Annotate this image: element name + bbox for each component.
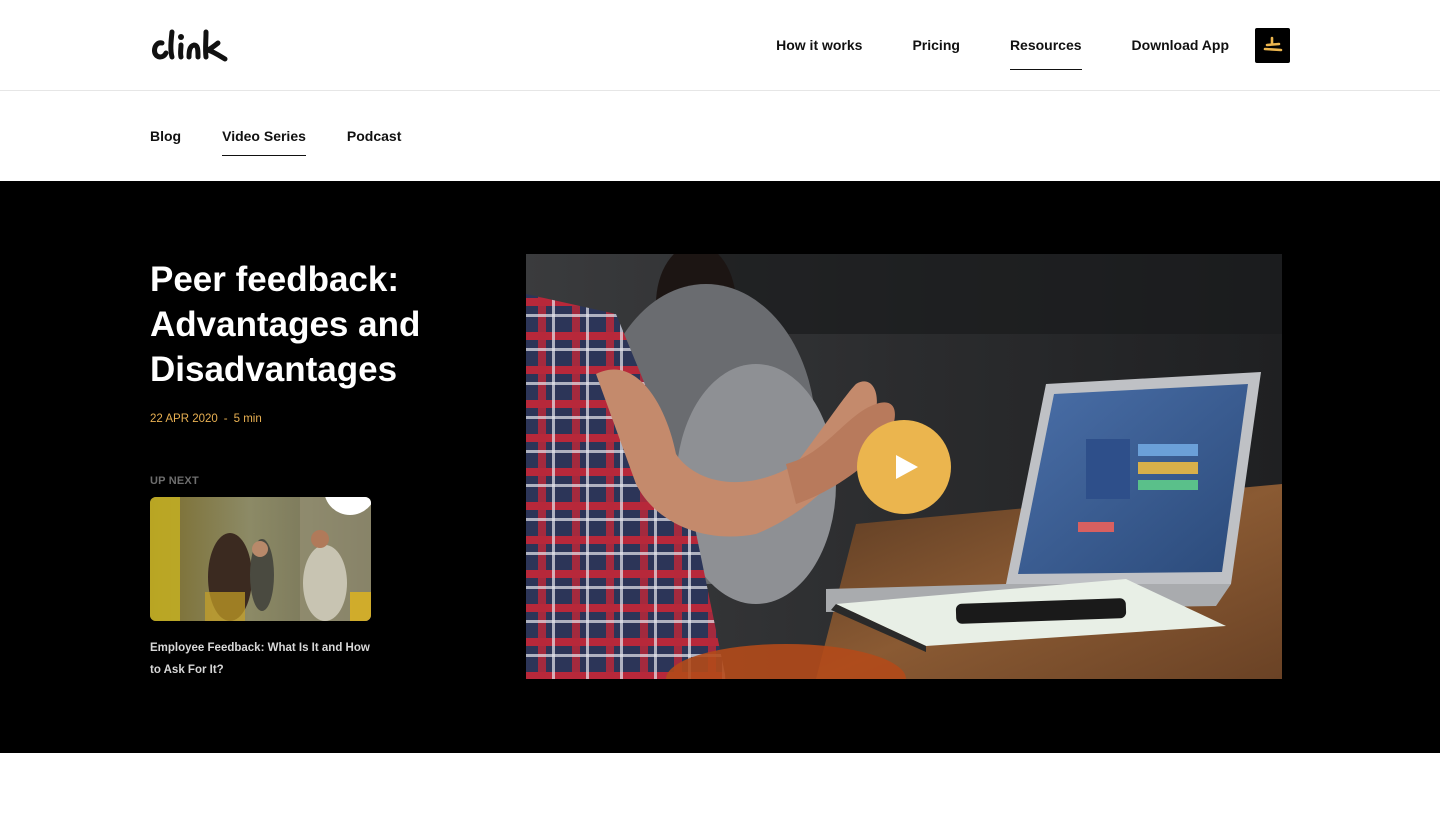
logo-mark [152, 29, 228, 62]
up-next-label: UP NEXT [150, 475, 199, 487]
subnav-blog[interactable]: Blog [150, 122, 181, 150]
resources-subnav: Blog Video Series Podcast [150, 91, 442, 181]
subnav-video-series[interactable]: Video Series [222, 122, 306, 156]
app-menu-button[interactable] [1255, 27, 1290, 63]
video-hero: Peer feedback: Advantages and Disadvanta… [0, 181, 1440, 753]
up-next-title[interactable]: Employee Feedback: What Is It and How to… [150, 637, 375, 681]
subnav-podcast[interactable]: Podcast [347, 122, 401, 150]
nav-resources[interactable]: Resources [1009, 29, 1082, 70]
video-meta: 22 APR 2020 - 5 min [150, 413, 262, 425]
nav-how-it-works[interactable]: How it works [776, 29, 862, 61]
video-title: Peer feedback: Advantages and Disadvanta… [150, 260, 421, 389]
up-next-thumbnail[interactable] [150, 497, 371, 621]
app-menu-icon [1263, 36, 1282, 52]
nav-download-app[interactable]: Download App [1132, 29, 1229, 61]
main-nav: How it works Pricing Resources Download … [726, 0, 1290, 90]
site-header: How it works Pricing Resources Download … [0, 0, 1440, 91]
video-date: 22 APR 2020 [150, 413, 218, 425]
meta-separator: - [223, 413, 228, 425]
play-icon [896, 455, 918, 479]
play-button[interactable] [857, 420, 951, 514]
up-next-image [150, 497, 371, 621]
nav-pricing[interactable]: Pricing [912, 29, 959, 61]
video-player[interactable] [526, 254, 1282, 679]
clink-logo[interactable] [150, 26, 232, 66]
video-duration: 5 min [233, 413, 262, 425]
